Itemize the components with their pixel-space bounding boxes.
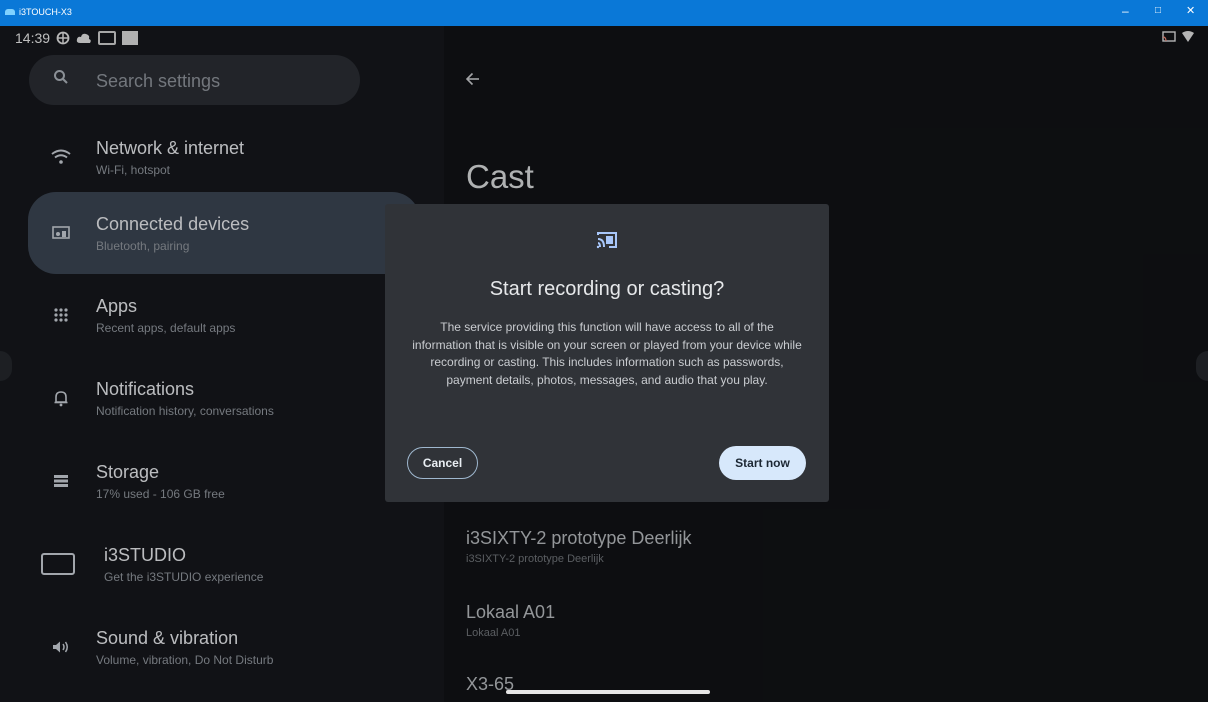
start-now-button[interactable]: Start now <box>719 446 806 480</box>
maximize-button[interactable]: □ <box>1155 4 1161 18</box>
app-title-group: i3TOUCH-X3 <box>5 7 72 17</box>
gesture-home-bar[interactable] <box>506 690 710 694</box>
app-logo-icon <box>5 9 15 15</box>
dialog-body: The service providing this function will… <box>412 320 802 387</box>
close-button[interactable]: ✕ <box>1186 4 1195 18</box>
cast-permission-dialog: Start recording or casting? The service … <box>385 204 829 502</box>
cast-icon <box>595 230 619 255</box>
android-screen: 14:39 Search settings Network & internet… <box>0 26 1208 702</box>
window-titlebar: i3TOUCH-X3 – □ ✕ <box>0 0 1208 26</box>
dialog-title: Start recording or casting? <box>489 278 725 300</box>
cancel-button[interactable]: Cancel <box>407 447 478 479</box>
window-title: i3TOUCH-X3 <box>19 7 72 17</box>
minimize-button[interactable]: – <box>1122 4 1129 18</box>
